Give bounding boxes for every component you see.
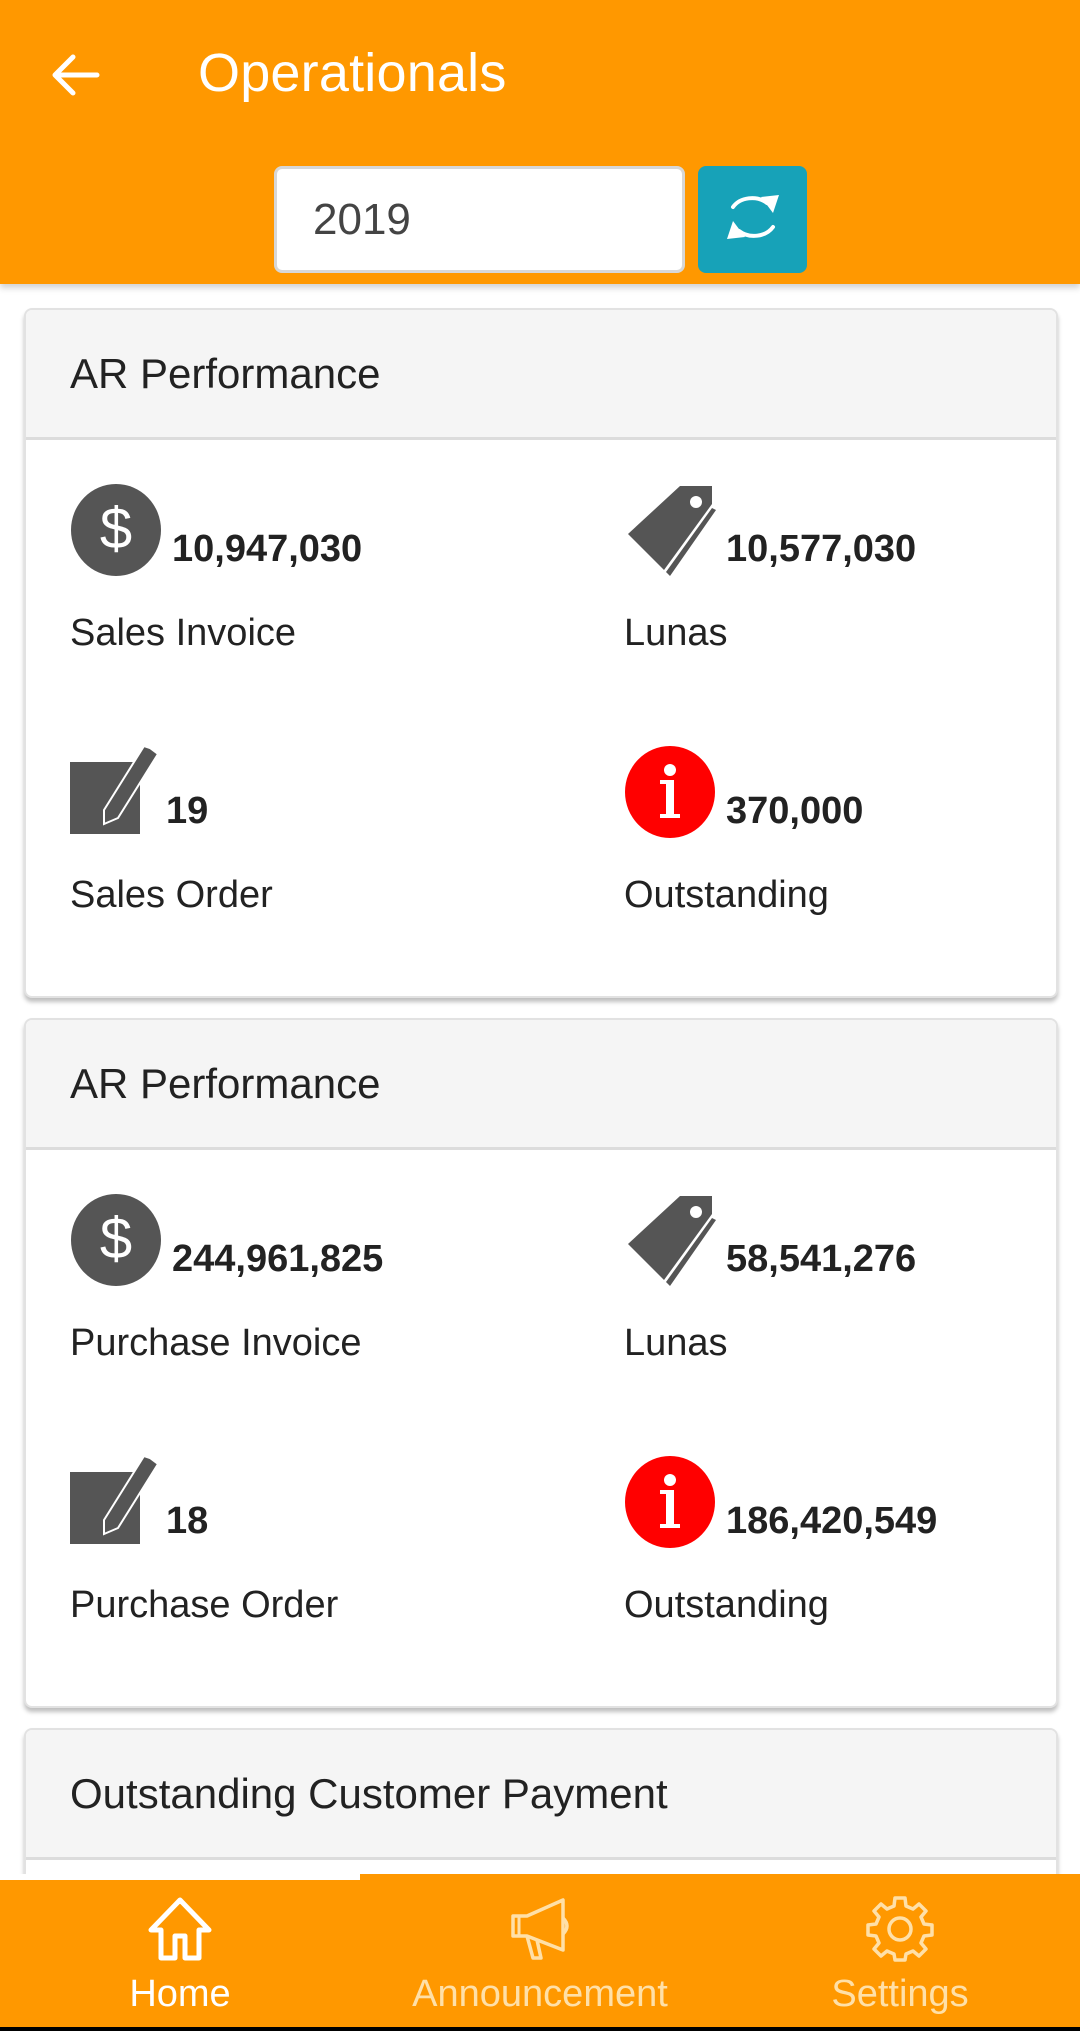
metric-value: 186,420,549 [726, 1500, 938, 1542]
metric-value: 18 [166, 1500, 209, 1542]
ar-performance-card: AR Performance $ 10,947,030 Sales Invoic… [24, 308, 1058, 998]
card-title: AR Performance [26, 1020, 1056, 1150]
edit-icon [70, 1454, 162, 1553]
tag-icon [624, 1194, 716, 1291]
edit-icon [70, 744, 162, 843]
year-input[interactable] [274, 166, 685, 273]
nav-announcement[interactable]: Announcement [360, 1874, 720, 2027]
ap-performance-card: AR Performance $ 244,961,825 Purchase In… [24, 1018, 1058, 1708]
bottom-navigation: Home Announcement Settings [0, 1874, 1080, 2027]
metric-label: Lunas [624, 612, 728, 654]
refresh-button[interactable] [698, 166, 807, 273]
megaphone-icon [505, 1896, 575, 1967]
metric-purchase-invoice[interactable]: $ 244,961,825 Purchase Invoice [70, 1194, 510, 1394]
home-icon [145, 1896, 215, 1967]
gear-icon [865, 1896, 935, 1967]
metric-value: 244,961,825 [172, 1238, 384, 1280]
card-title: Outstanding Customer Payment [26, 1730, 1056, 1860]
metric-label: Purchase Invoice [70, 1322, 362, 1364]
metric-label: Outstanding [624, 1584, 829, 1626]
info-icon [624, 1456, 716, 1553]
metric-sales-order[interactable]: 19 Sales Order [70, 744, 510, 946]
page-title: Operationals [198, 43, 507, 103]
app-screen: Operationals AR Performance $ [0, 0, 1080, 2031]
system-bar-edge [0, 2027, 1080, 2031]
metric-label: Sales Order [70, 874, 273, 916]
nav-home[interactable]: Home [0, 1874, 360, 2027]
metric-value: 370,000 [726, 790, 864, 832]
card-body: $ 10,947,030 Sales Invoice 10,577,030 Lu… [26, 440, 1056, 996]
dollar-icon: $ [70, 484, 162, 581]
outstanding-customer-payment-card: Outstanding Customer Payment [24, 1728, 1058, 1874]
active-tab-indicator [0, 1874, 360, 1880]
dashboard-content: AR Performance $ 10,947,030 Sales Invoic… [0, 284, 1080, 1874]
metric-lunas[interactable]: 58,541,276 Lunas [624, 1194, 1056, 1394]
metric-lunas[interactable]: 10,577,030 Lunas [624, 484, 1056, 684]
svg-text:$: $ [100, 496, 132, 561]
nav-label: Announcement [412, 1973, 668, 2015]
metric-value: 10,577,030 [726, 528, 917, 570]
card-body: $ 244,961,825 Purchase Invoice 58,541,27… [26, 1150, 1056, 1706]
metric-label: Purchase Order [70, 1584, 339, 1626]
metric-value: 58,541,276 [726, 1238, 917, 1280]
nav-label: Settings [831, 1973, 969, 2015]
arrow-left-icon [49, 49, 101, 106]
metric-sales-invoice[interactable]: $ 10,947,030 Sales Invoice [70, 484, 510, 684]
dollar-icon: $ [70, 1194, 162, 1291]
info-icon [624, 746, 716, 843]
metric-label: Lunas [624, 1322, 728, 1364]
metric-purchase-order[interactable]: 18 Purchase Order [70, 1454, 510, 1656]
tag-icon [624, 484, 716, 581]
metric-outstanding[interactable]: 186,420,549 Outstanding [624, 1456, 1056, 1656]
metric-value: 10,947,030 [172, 528, 363, 570]
nav-settings[interactable]: Settings [720, 1874, 1080, 2027]
metric-outstanding[interactable]: 370,000 Outstanding [624, 746, 1056, 946]
back-button[interactable] [44, 46, 106, 108]
card-title: AR Performance [26, 310, 1056, 440]
nav-label: Home [129, 1973, 231, 2015]
refresh-icon [721, 185, 785, 254]
metric-label: Sales Invoice [70, 612, 297, 654]
svg-text:$: $ [100, 1206, 132, 1271]
app-header: Operationals [0, 0, 1080, 284]
metric-label: Outstanding [624, 874, 829, 916]
metric-value: 19 [166, 790, 209, 832]
